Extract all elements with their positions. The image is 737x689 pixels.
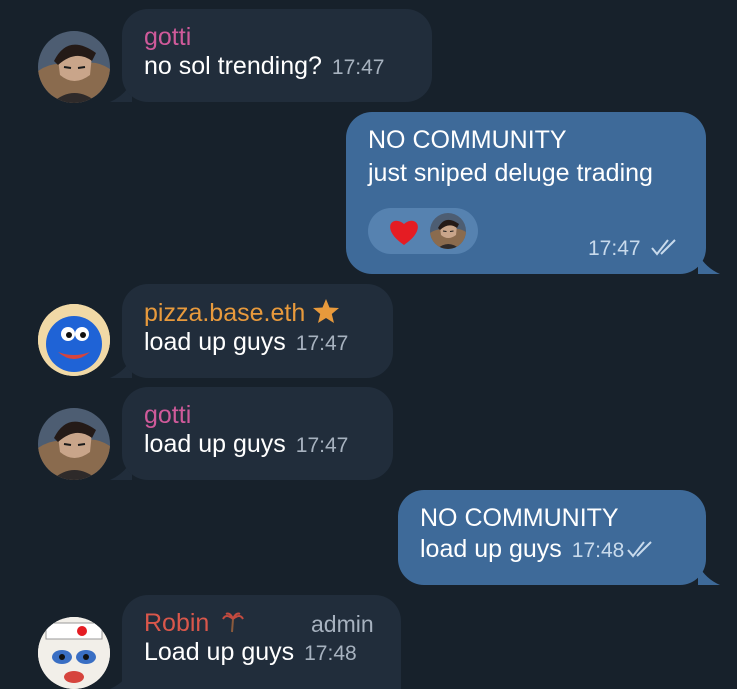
message-bubble: gotti load up guys 17:47	[122, 387, 393, 480]
message-bubble: Robin Load up guys 17:48	[122, 595, 401, 689]
avatar[interactable]	[38, 617, 110, 689]
message-text: load up guys	[420, 535, 562, 563]
double-check-icon	[650, 237, 682, 257]
blue-frog-avatar-icon	[38, 304, 110, 376]
double-check-icon	[626, 539, 658, 559]
timestamp: 17:48	[304, 642, 357, 665]
timestamp: 17:48	[571, 539, 625, 562]
message-text: no sol trending?	[144, 52, 322, 80]
anime-character-avatar-icon	[430, 213, 466, 249]
timestamp: 17:47	[295, 434, 349, 457]
message-gotti-1[interactable]: gotti no sol trending? 17:47	[0, 0, 737, 110]
sender-name[interactable]: gotti	[144, 401, 371, 429]
message-text: load up guys	[144, 328, 286, 356]
reaction-chip[interactable]	[368, 208, 478, 254]
sender-name[interactable]: pizza.base.eth	[144, 299, 305, 327]
timestamp: 17:47	[331, 56, 385, 79]
admin-badge: admin	[311, 611, 374, 637]
message-text: Load up guys	[144, 638, 295, 666]
star-icon	[313, 299, 340, 323]
heart-icon	[388, 216, 420, 248]
anime-character-avatar-icon	[38, 31, 110, 103]
timestamp: 17:47	[588, 237, 641, 260]
message-text: just sniped deluge trading	[368, 159, 653, 187]
avatar[interactable]	[38, 31, 110, 103]
message-bubble: pizza.base.eth load up guys 17:47	[122, 284, 393, 378]
palm-tree-icon	[222, 612, 245, 633]
reactor-avatar	[430, 213, 466, 249]
sender-name[interactable]: NO COMMUNITY	[420, 504, 684, 532]
message-bubble: NO COMMUNITY load up guys 17:48	[398, 490, 706, 585]
avatar[interactable]	[38, 408, 110, 480]
anime-character-avatar-icon	[38, 408, 110, 480]
clown-mask-avatar-icon	[38, 617, 110, 689]
avatar[interactable]	[38, 304, 110, 376]
message-text: load up guys	[144, 430, 286, 458]
sender-name[interactable]: NO COMMUNITY	[368, 126, 684, 154]
sender-name[interactable]: Robin	[144, 609, 209, 637]
sender-name[interactable]: gotti	[144, 23, 410, 51]
message-bubble: gotti no sol trending? 17:47	[122, 9, 432, 102]
timestamp: 17:47	[295, 332, 349, 355]
